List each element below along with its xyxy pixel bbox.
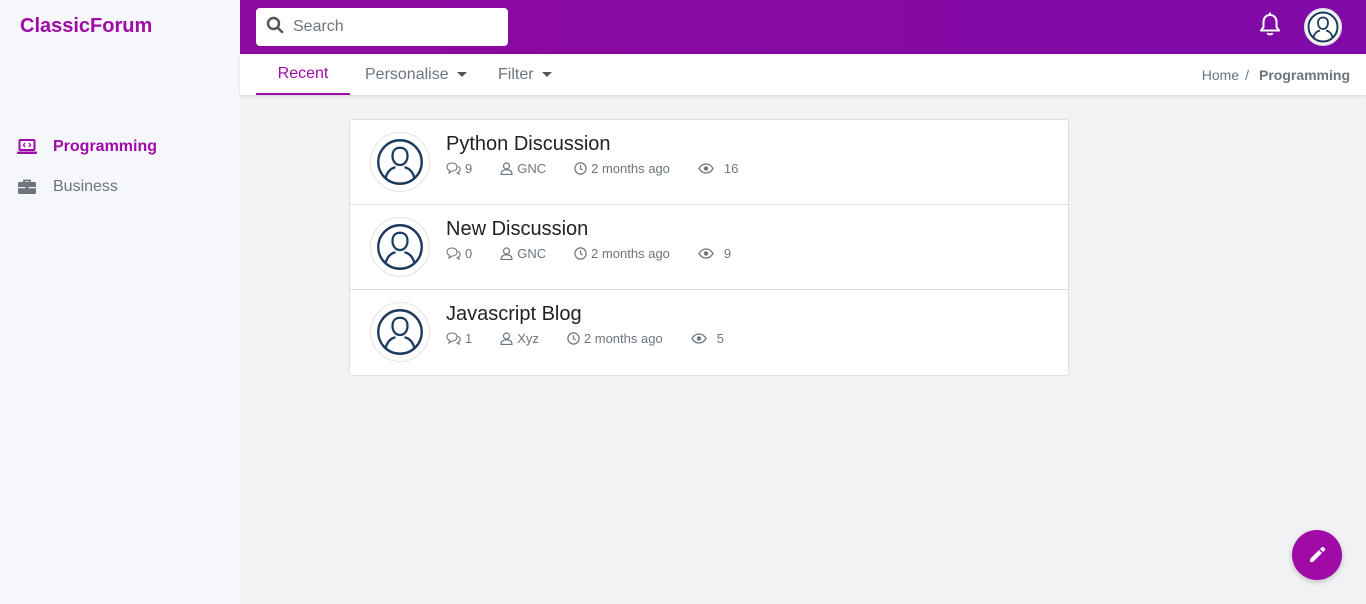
user-icon — [500, 332, 513, 345]
briefcase-icon — [17, 177, 37, 197]
breadcrumb-separator: / — [1245, 66, 1249, 83]
avatar — [370, 302, 430, 362]
breadcrumb-current: Programming — [1258, 66, 1350, 83]
comment-count: 1 — [465, 331, 473, 346]
new-discussion-button[interactable] — [1292, 530, 1342, 580]
list-item[interactable]: Python Discussion 9 GNC 2 months ago 16 — [350, 120, 1068, 205]
tab-filter[interactable]: Filter — [498, 54, 552, 95]
avatar — [370, 217, 430, 277]
list-item[interactable]: Javascript Blog 1 Xyz 2 months ago 5 — [350, 290, 1068, 375]
eye-icon — [698, 163, 714, 174]
discussion-list: Python Discussion 9 GNC 2 months ago 16 — [349, 119, 1069, 376]
view-count: 16 — [723, 161, 739, 176]
eye-icon — [698, 248, 714, 259]
author-name[interactable]: GNC — [517, 161, 546, 176]
sidebar-nav: Programming Business — [0, 127, 240, 207]
comments-icon — [446, 247, 461, 260]
search-input[interactable] — [293, 18, 493, 36]
post-time: 2 months ago — [591, 246, 670, 261]
comments-icon — [446, 162, 461, 175]
tab-personalise[interactable]: Personalise — [365, 54, 467, 95]
avatar — [370, 132, 430, 192]
discussion-meta: 9 GNC 2 months ago 16 — [446, 161, 766, 176]
view-count: 9 — [723, 246, 732, 261]
clock-icon — [574, 247, 587, 260]
breadcrumb: Home / Programming — [1202, 54, 1350, 95]
caret-down-icon — [456, 72, 467, 77]
brand-logo[interactable]: ClassicForum — [20, 15, 152, 38]
breadcrumb-home[interactable]: Home — [1202, 67, 1239, 83]
laptop-code-icon — [17, 137, 37, 157]
tab-recent[interactable]: Recent — [256, 54, 350, 95]
user-circle-icon — [377, 139, 423, 185]
author-name[interactable]: GNC — [517, 246, 546, 261]
clock-icon — [574, 162, 587, 175]
search-box[interactable] — [256, 8, 508, 46]
comment-count: 9 — [465, 161, 473, 176]
discussion-meta: 0 GNC 2 months ago 9 — [446, 246, 759, 261]
sidebar-item-business[interactable]: Business — [0, 167, 240, 207]
list-item[interactable]: New Discussion 0 GNC 2 months ago 9 — [350, 205, 1068, 290]
discussion-title[interactable]: Python Discussion — [446, 133, 611, 156]
sidebar: ClassicForum Programming Business — [0, 0, 240, 604]
post-time: 2 months ago — [583, 331, 663, 346]
pencil-icon — [1310, 546, 1326, 562]
discussion-title[interactable]: New Discussion — [446, 218, 588, 241]
user-circle-icon — [377, 224, 423, 270]
sidebar-item-label: Business — [53, 178, 118, 195]
sidebar-item-label: Programming — [53, 138, 158, 155]
user-icon — [500, 162, 513, 175]
user-circle-icon — [1307, 11, 1339, 43]
eye-icon — [690, 333, 707, 344]
author-name[interactable]: Xyz — [517, 331, 539, 346]
caret-down-icon — [541, 72, 552, 77]
discussion-title[interactable]: Javascript Blog — [446, 303, 582, 326]
comments-icon — [446, 332, 461, 345]
sub-nav: Recent Personalise Filter Home / Program… — [240, 54, 1366, 95]
clock-icon — [567, 332, 580, 345]
post-time: 2 months ago — [591, 161, 670, 176]
view-count: 5 — [716, 331, 724, 346]
top-bar — [240, 0, 1366, 54]
user-circle-icon — [377, 309, 423, 355]
notification-bell-icon[interactable] — [1258, 12, 1282, 38]
discussion-meta: 1 Xyz 2 months ago 5 — [446, 331, 752, 346]
sidebar-item-programming[interactable]: Programming — [0, 127, 240, 167]
comment-count: 0 — [465, 246, 473, 261]
user-avatar[interactable] — [1304, 8, 1342, 46]
user-icon — [500, 247, 513, 260]
search-icon — [266, 16, 284, 39]
